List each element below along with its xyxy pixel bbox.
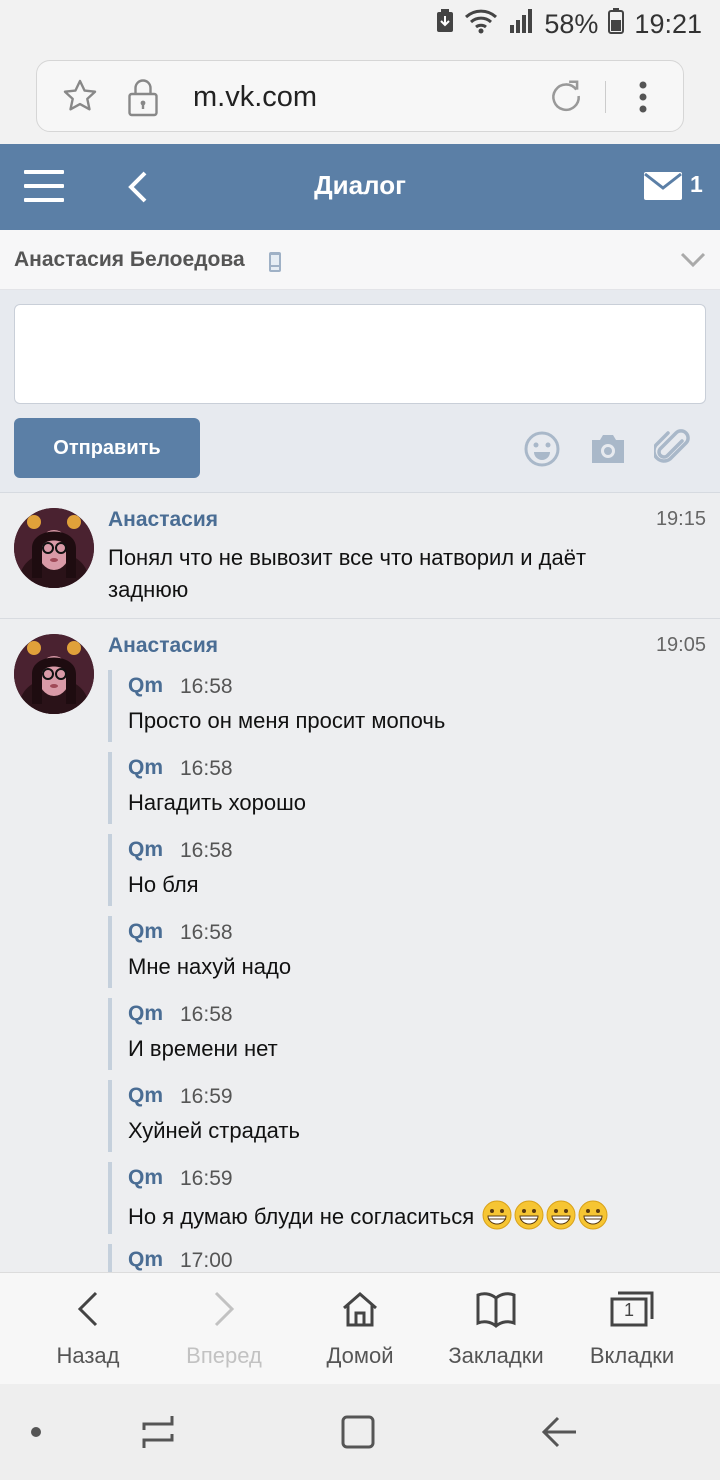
tabs-count: 1 [623, 1300, 634, 1320]
chevron-down-icon[interactable] [680, 252, 706, 273]
message-time: 19:05 [655, 634, 706, 656]
message-author[interactable]: Анастасия [108, 508, 218, 532]
grinning-emoji-icon [546, 1200, 576, 1230]
forward-chevron-icon [154, 1283, 294, 1335]
nav-back-button[interactable]: Назад [18, 1283, 158, 1369]
message-time: 19:15 [655, 508, 706, 530]
status-bar: 58% 19:21 [0, 0, 720, 48]
camera-icon[interactable] [589, 433, 627, 470]
forwarded-author[interactable]: Qm [128, 1248, 163, 1272]
system-back-icon[interactable] [540, 1412, 580, 1457]
forwarded-text: И времени нет [128, 1036, 278, 1061]
browser-toolbar: m.vk.com [0, 48, 720, 144]
battery-icon [608, 8, 625, 41]
vk-header: Диалог 1 [0, 144, 720, 230]
system-home-icon[interactable] [340, 1414, 376, 1455]
clock: 19:21 [634, 9, 702, 39]
recent-apps-icon[interactable] [140, 1412, 176, 1457]
forwarded-time: 16:59 [180, 1085, 233, 1108]
download-notification-icon [436, 9, 454, 40]
forwarded-message: Qm 16:59 Хуйней страдать [108, 1080, 688, 1152]
nav-home-label: Домой [326, 1343, 394, 1368]
message-item[interactable]: Анастасия 19:05 Qm 16:58 Просто он меня … [0, 620, 720, 1316]
nav-back-label: Назад [56, 1343, 120, 1368]
forwarded-message: Qm 16:59 Но я думаю блуди не согласиться [108, 1162, 688, 1234]
home-icon [290, 1283, 430, 1335]
forwarded-message: Qm 16:58 Нагадить хорошо [108, 752, 688, 824]
forwarded-time: 16:59 [180, 1167, 233, 1190]
forwarded-time: 16:58 [180, 757, 233, 780]
address-bar[interactable]: m.vk.com [36, 60, 684, 132]
back-chevron-icon [18, 1283, 158, 1335]
nav-tabs-button[interactable]: 1 Вкладки [562, 1283, 702, 1369]
forwarded-text-with-emoji: Но я думаю блуди не согласиться [128, 1200, 608, 1230]
forwarded-message: Qm 16:58 Мне нахуй надо [108, 916, 688, 988]
mobile-online-icon [268, 251, 282, 278]
send-button[interactable]: Отправить [14, 418, 200, 478]
lock-icon[interactable] [125, 77, 161, 122]
reload-icon[interactable] [547, 76, 585, 121]
nav-forward-label: Вперед [186, 1343, 262, 1368]
grinning-emoji-icon [578, 1200, 608, 1230]
forwarded-message: Qm 16:58 Но бля [108, 834, 688, 906]
avatar[interactable] [14, 634, 94, 714]
dialog-contact-row[interactable]: Анастасия Белоедова [0, 230, 720, 290]
forwarded-author[interactable]: Qm [128, 920, 163, 944]
forwarded-time: 17:00 [180, 1249, 233, 1272]
forwarded-time: 16:58 [180, 1003, 233, 1026]
forwarded-text: Но бля [128, 872, 199, 897]
forwarded-message: Qm 16:58 И времени нет [108, 998, 688, 1070]
forwarded-time: 16:58 [180, 921, 233, 944]
nav-tabs-label: Вкладки [589, 1343, 675, 1368]
forwarded-author[interactable]: Qm [128, 1002, 163, 1026]
forwarded-text: Хуйней страдать [128, 1118, 300, 1143]
signal-icon [508, 9, 534, 40]
wifi-icon [464, 8, 498, 41]
unread-count-badge[interactable]: 1 [690, 171, 703, 198]
emoji-icon[interactable] [524, 431, 560, 472]
forwarded-author[interactable]: Qm [128, 1084, 163, 1108]
forwarded-text: Мне нахуй надо [128, 954, 292, 979]
grinning-emoji-icon [514, 1200, 544, 1230]
forwarded-time: 16:58 [180, 839, 233, 862]
forwarded-author[interactable]: Qm [128, 838, 163, 862]
nav-dot-indicator[interactable] [31, 1427, 41, 1437]
nav-bookmarks-button[interactable]: Закладки [426, 1283, 566, 1369]
message-input[interactable] [14, 304, 706, 404]
avatar[interactable] [14, 508, 94, 588]
message-author[interactable]: Анастасия [108, 634, 218, 658]
message-composer: Отправить [0, 290, 720, 493]
forwarded-time: 16:58 [180, 675, 233, 698]
forwarded-author[interactable]: Qm [128, 674, 163, 698]
system-navigation-bar [0, 1384, 720, 1480]
nav-home-button[interactable]: Домой [290, 1283, 430, 1369]
message-text: Понял что не вывозит все что натворил и … [108, 545, 587, 602]
toolbar-divider [605, 81, 606, 113]
nav-forward-button[interactable]: Вперед [154, 1283, 294, 1369]
mail-icon[interactable] [644, 172, 682, 205]
nav-bookmarks-label: Закладки [448, 1343, 544, 1368]
url-text[interactable]: m.vk.com [193, 81, 317, 114]
grinning-emoji-icon [482, 1200, 512, 1230]
forwarded-text: Нагадить хорошо [128, 790, 307, 815]
page: 58% 19:21 m.vk.com Диалог 1 Анастасия Бе… [0, 0, 720, 1480]
forwarded-author[interactable]: Qm [128, 756, 163, 780]
more-menu-icon[interactable] [635, 77, 651, 122]
bookmark-star-icon[interactable] [61, 77, 99, 120]
book-icon [426, 1283, 566, 1335]
battery-percent: 58% [544, 9, 599, 39]
contact-name[interactable]: Анастасия Белоедова [14, 248, 245, 272]
forwarded-text: Но я думаю блуди не согласиться [128, 1204, 475, 1229]
message-item[interactable]: Анастасия 19:15 Понял что не вывозит все… [0, 494, 720, 619]
tabs-icon: 1 [562, 1283, 702, 1335]
browser-bottom-bar: Назад Вперед Домой Закладки 1 Вкладки [0, 1272, 720, 1384]
forwarded-author[interactable]: Qm [128, 1166, 163, 1190]
page-title: Диалог [314, 170, 406, 200]
attach-paperclip-icon[interactable] [652, 429, 690, 472]
forwarded-text: Просто он меня просит мопочь [128, 708, 446, 733]
forwarded-message: Qm 16:58 Просто он меня просит мопочь [108, 670, 688, 742]
